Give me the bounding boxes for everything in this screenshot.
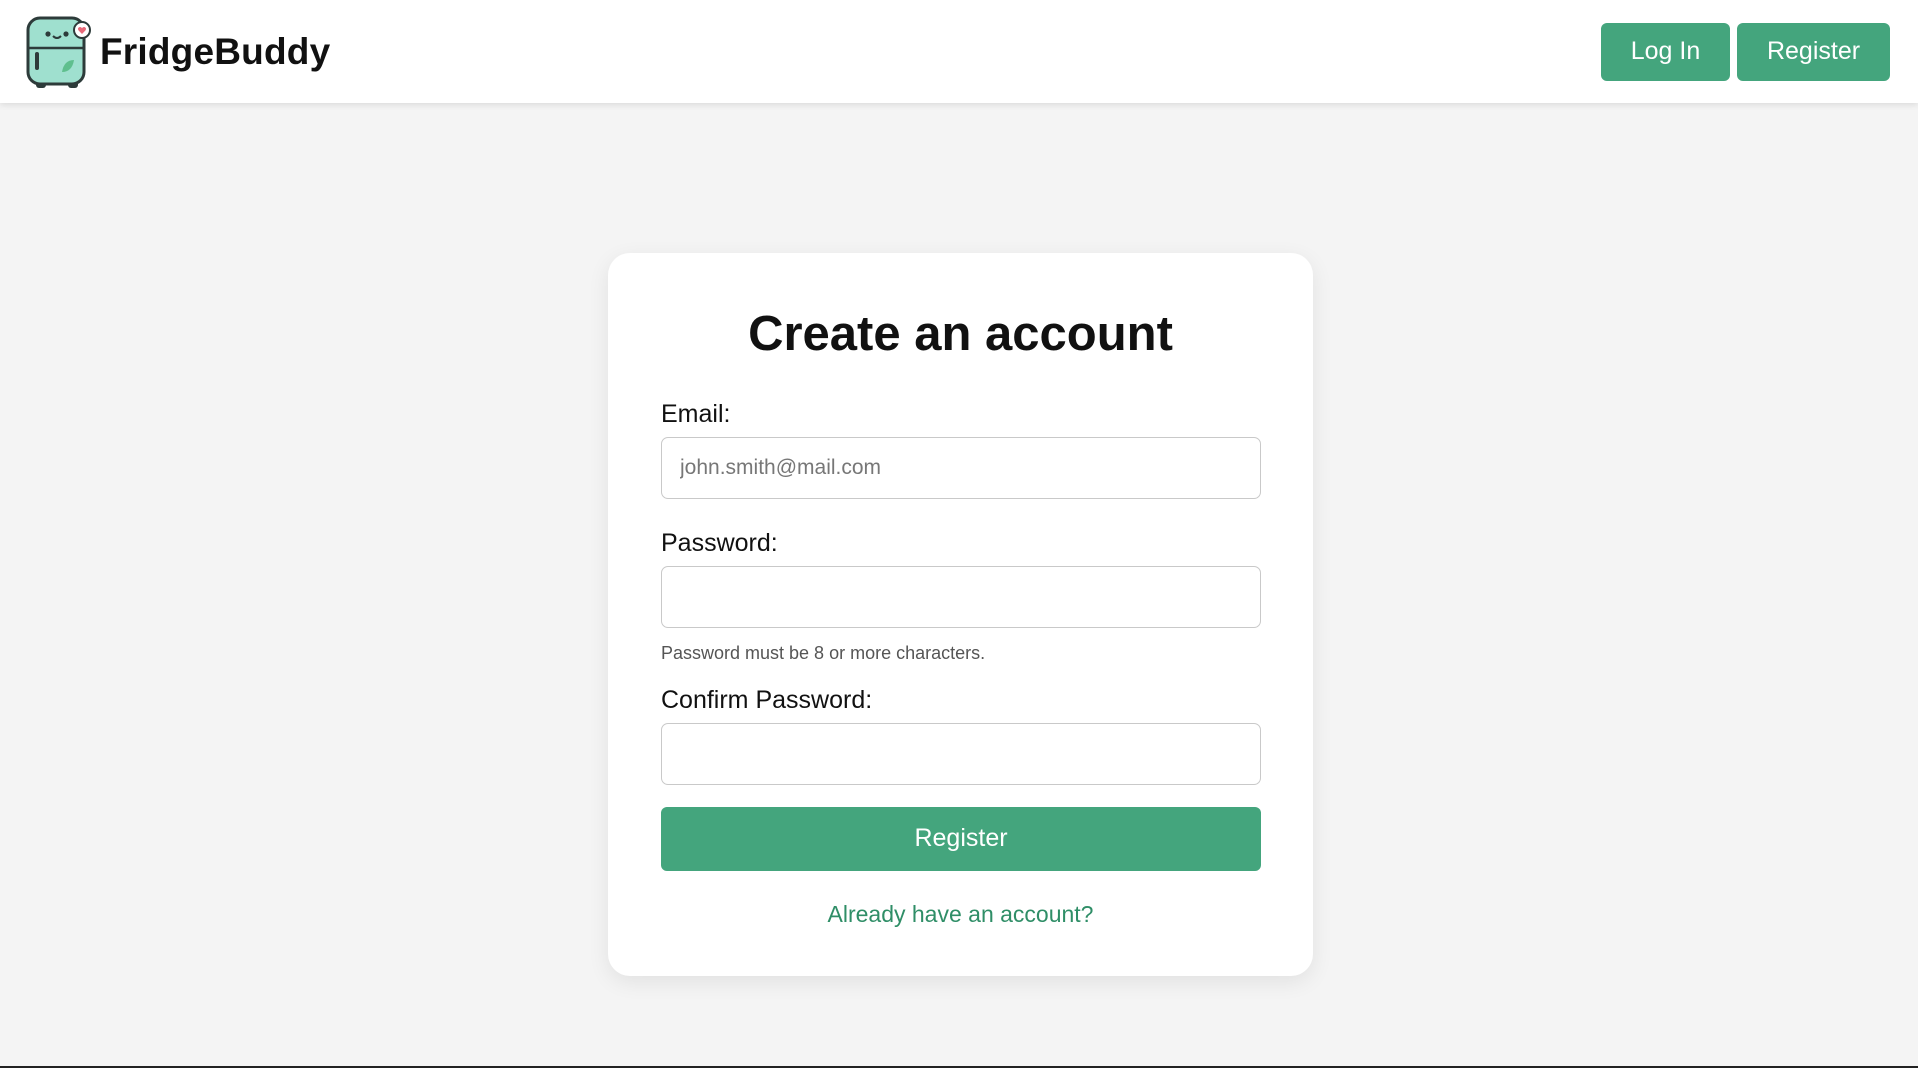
password-group: Password: Password must be 8 or more cha…: [661, 528, 1261, 664]
register-submit-button[interactable]: Register: [661, 806, 1261, 871]
confirm-password-label: Confirm Password:: [661, 685, 873, 714]
confirm-password-group: Confirm Password:: [661, 685, 1261, 785]
fridge-mascot-icon: [26, 16, 91, 88]
header-login-button[interactable]: Log In: [1601, 22, 1730, 81]
top-navbar: FridgeBuddy Log In Register: [0, 0, 1918, 103]
password-label: Password:: [661, 528, 778, 557]
email-input[interactable]: [661, 436, 1261, 499]
brand-home-link[interactable]: FridgeBuddy: [24, 14, 330, 90]
header-nav: Log In Register: [1601, 22, 1890, 81]
login-link[interactable]: Already have an account?: [661, 901, 1260, 928]
header-register-button[interactable]: Register: [1737, 22, 1890, 81]
brand-name: FridgeBuddy: [100, 30, 331, 72]
email-label: Email:: [661, 399, 731, 428]
confirm-password-input[interactable]: [661, 722, 1261, 785]
register-card: Create an account Email: Password: Passw…: [608, 253, 1313, 976]
email-group: Email:: [661, 399, 1261, 499]
password-input[interactable]: [661, 565, 1261, 628]
password-hint: Password must be 8 or more characters.: [661, 642, 986, 663]
page-title: Create an account: [748, 307, 1173, 361]
